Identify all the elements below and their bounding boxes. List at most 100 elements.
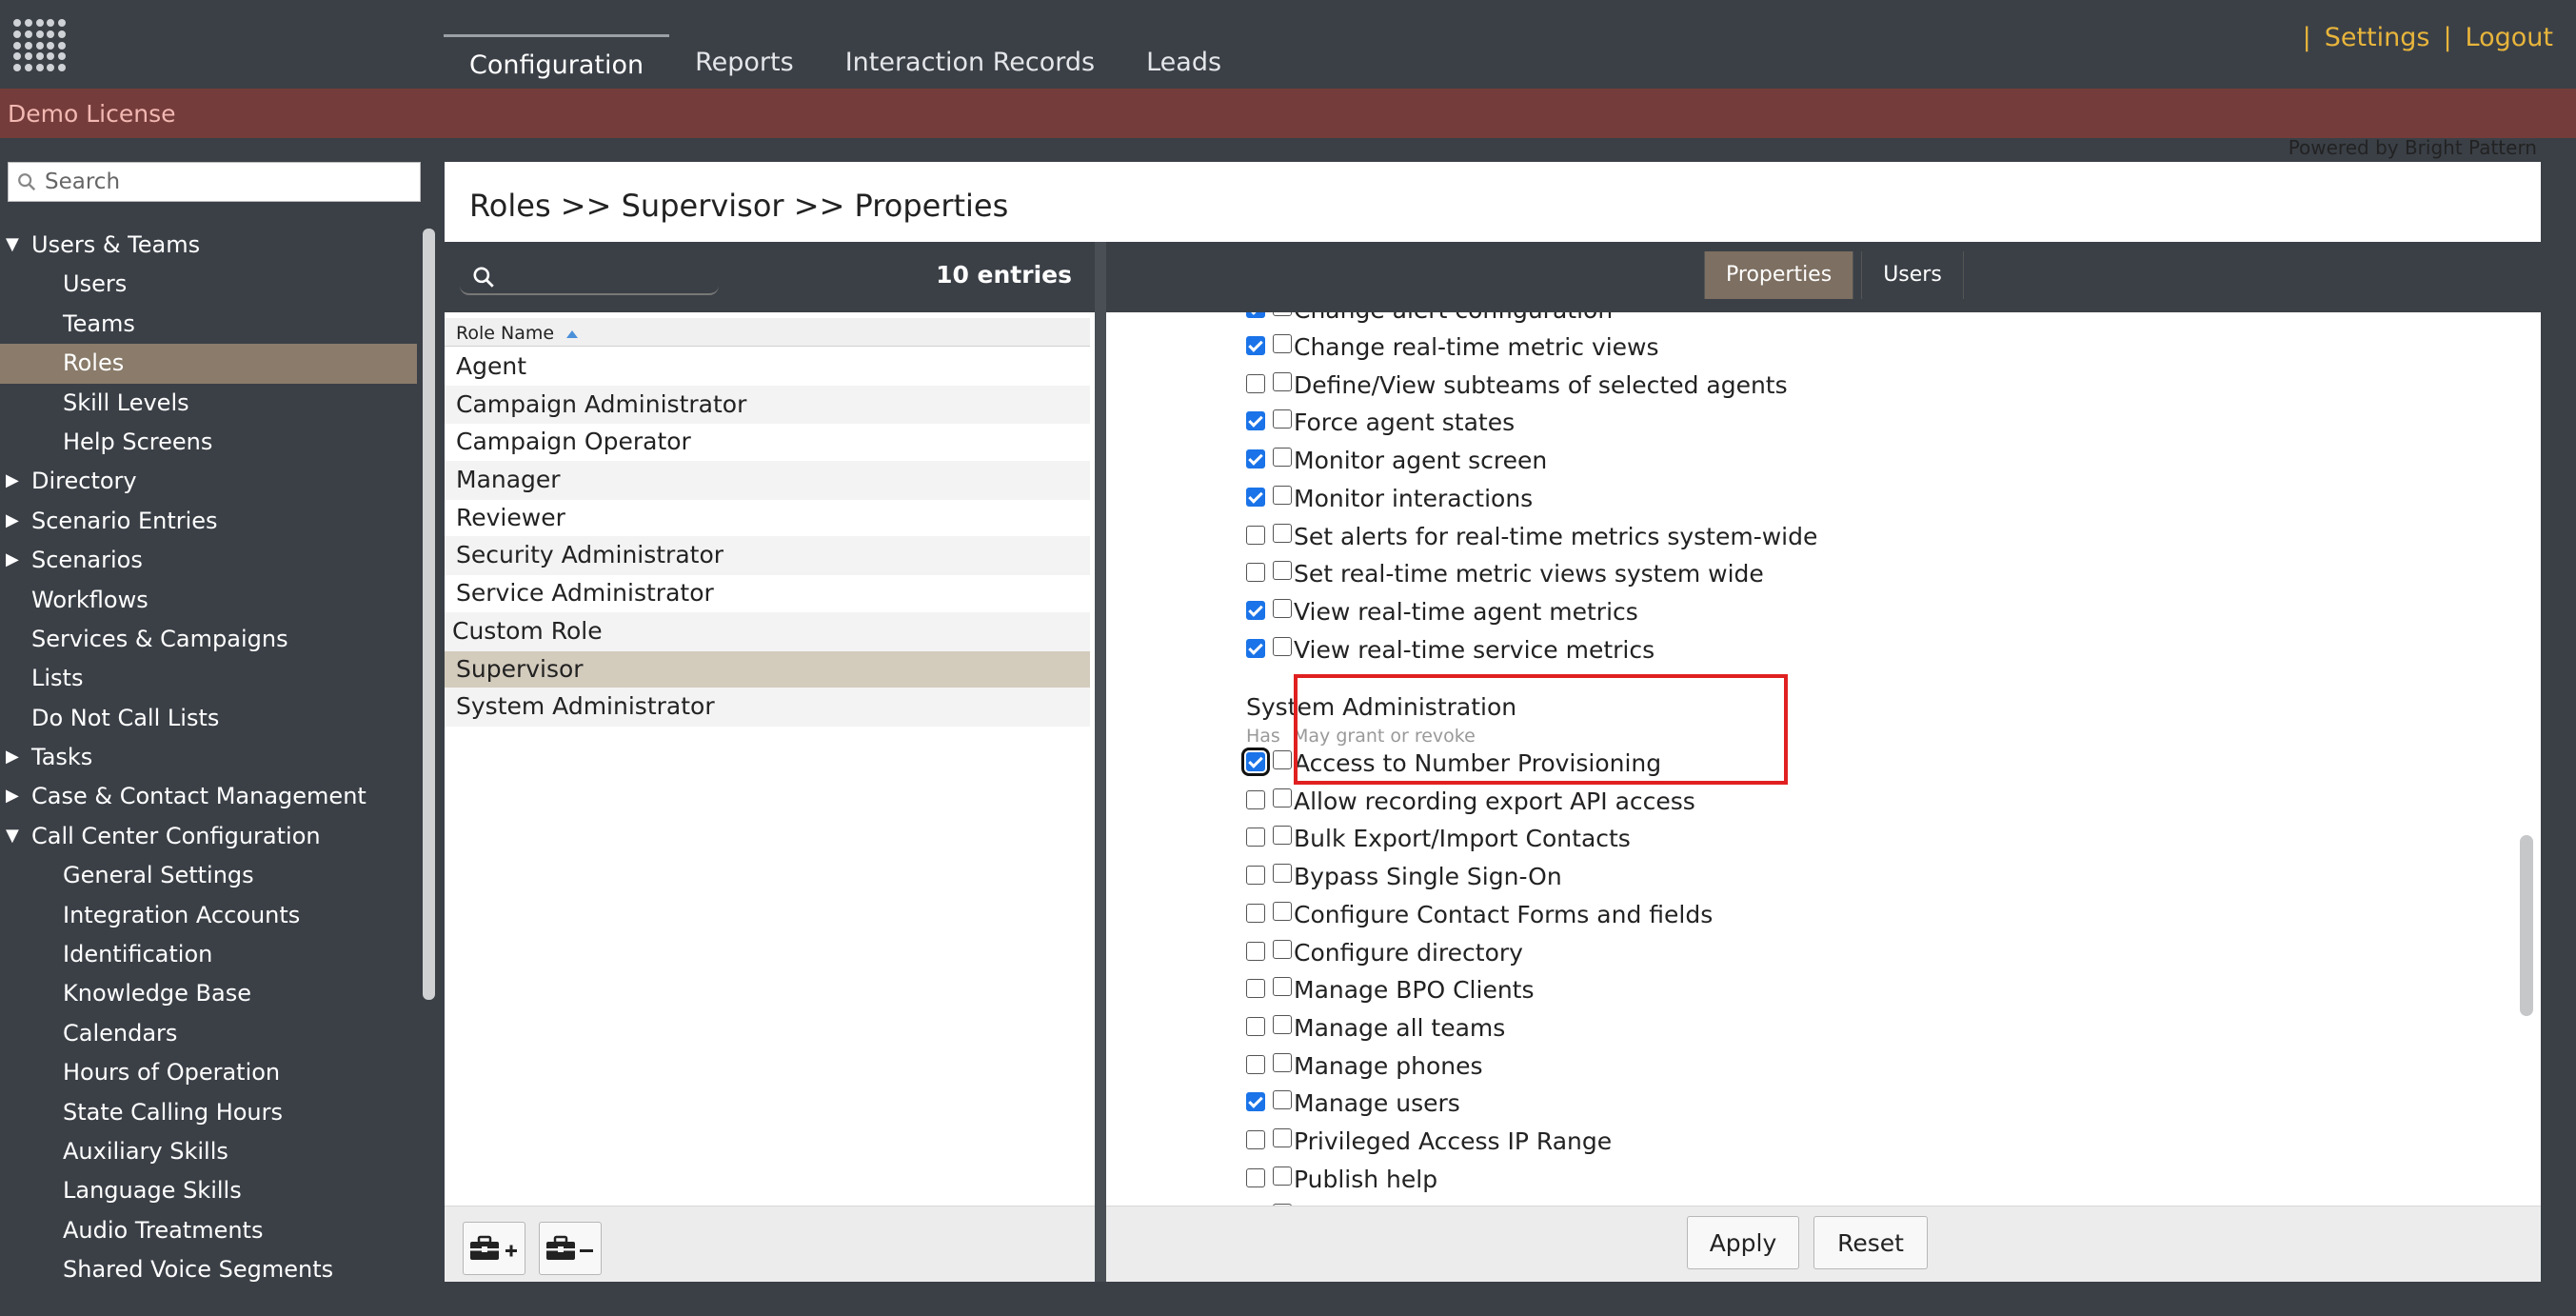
sidebar-item-workflows[interactable]: Workflows: [0, 581, 417, 620]
sidebar-item-state-calling-hours[interactable]: State Calling Hours: [0, 1093, 417, 1132]
table-row[interactable]: Reviewer: [445, 500, 1090, 538]
grant-permission-checkbox[interactable]: [1273, 485, 1292, 505]
table-row[interactable]: Manager: [445, 462, 1090, 500]
expand-down-icon[interactable]: ▼: [6, 226, 19, 264]
has-permission-checkbox[interactable]: [1246, 1054, 1265, 1074]
grant-permission-checkbox[interactable]: [1273, 1166, 1292, 1186]
has-permission-checkbox[interactable]: [1246, 866, 1265, 886]
grant-permission-checkbox[interactable]: [1273, 334, 1292, 353]
roles-search-input[interactable]: [460, 259, 719, 295]
has-permission-checkbox[interactable]: [1246, 525, 1265, 545]
grant-permission-checkbox[interactable]: [1273, 939, 1292, 959]
sidebar-item-general-settings[interactable]: General Settings: [0, 856, 417, 895]
table-row[interactable]: Custom Role: [445, 612, 1090, 651]
has-permission-checkbox[interactable]: [1246, 1167, 1265, 1187]
sidebar-item-services-campaigns[interactable]: Services & Campaigns: [0, 620, 417, 659]
tab-reports[interactable]: Reports: [669, 34, 820, 89]
remove-role-button[interactable]: [539, 1222, 602, 1275]
has-permission-checkbox[interactable]: [1246, 373, 1265, 393]
grant-permission-checkbox[interactable]: [1273, 1052, 1292, 1072]
column-header-role-name[interactable]: Role Name: [445, 318, 1090, 347]
grant-permission-checkbox[interactable]: [1273, 1014, 1292, 1034]
sidebar-item-do-not-call-lists[interactable]: Do Not Call Lists: [0, 699, 417, 738]
sidebar-item-identification[interactable]: Identification: [0, 935, 417, 974]
expand-down-icon[interactable]: ▼: [6, 817, 19, 855]
has-permission-checkbox[interactable]: [1246, 1016, 1265, 1036]
has-permission-checkbox[interactable]: [1246, 827, 1265, 847]
sidebar-item-skill-levels[interactable]: Skill Levels: [0, 384, 417, 423]
grant-permission-checkbox[interactable]: [1273, 448, 1292, 468]
table-row[interactable]: Service Administrator: [445, 575, 1090, 613]
tab-properties[interactable]: Properties: [1704, 251, 1854, 299]
permissions-scrollbar[interactable]: [2517, 312, 2536, 1206]
grant-permission-checkbox[interactable]: [1273, 312, 1292, 316]
has-permission-checkbox[interactable]: [1246, 487, 1265, 507]
grant-permission-checkbox[interactable]: [1273, 1128, 1292, 1147]
grant-permission-checkbox[interactable]: [1273, 523, 1292, 543]
grant-permission-checkbox[interactable]: [1273, 788, 1292, 808]
permissions-scrollbar-thumb[interactable]: [2520, 835, 2533, 1016]
sidebar-item-directory[interactable]: ▶ Directory: [0, 462, 417, 501]
sidebar-item-scenario-entries[interactable]: ▶ Scenario Entries: [0, 502, 417, 541]
sidebar-item-help-screens[interactable]: Help Screens: [0, 423, 417, 462]
expand-right-icon[interactable]: ▶: [6, 502, 19, 540]
table-row[interactable]: Agent: [445, 349, 1090, 387]
sidebar-item-shared-voice-segments[interactable]: Shared Voice Segments: [0, 1250, 417, 1289]
sidebar-item-language-skills[interactable]: Language Skills: [0, 1171, 417, 1210]
grant-permission-checkbox[interactable]: [1273, 977, 1292, 997]
sidebar-item-scenarios[interactable]: ▶ Scenarios: [0, 541, 417, 580]
grant-permission-checkbox[interactable]: [1273, 1090, 1292, 1110]
table-row[interactable]: Campaign Administrator: [445, 386, 1090, 425]
sidebar-item-hours-of-operation[interactable]: Hours of Operation: [0, 1053, 417, 1092]
sidebar-item-teams[interactable]: Teams: [0, 305, 417, 344]
has-permission-checkbox[interactable]: [1246, 600, 1265, 620]
has-permission-checkbox[interactable]: [1246, 1092, 1265, 1112]
tab-configuration[interactable]: Configuration: [444, 34, 670, 89]
apply-button[interactable]: Apply: [1687, 1216, 1799, 1269]
grant-permission-checkbox[interactable]: [1273, 901, 1292, 921]
app-grid-logo-icon[interactable]: [13, 19, 67, 72]
has-permission-checkbox[interactable]: [1246, 941, 1265, 961]
table-row[interactable]: Campaign Operator: [445, 424, 1090, 463]
grant-permission-checkbox[interactable]: [1273, 561, 1292, 581]
settings-link[interactable]: Settings: [2325, 23, 2430, 52]
expand-right-icon[interactable]: ▶: [6, 541, 19, 579]
sidebar-item-audio-treatments[interactable]: Audio Treatments: [0, 1211, 417, 1250]
has-permission-checkbox[interactable]: [1246, 979, 1265, 999]
has-permission-checkbox[interactable]: [1246, 449, 1265, 469]
reset-button[interactable]: Reset: [1813, 1216, 1928, 1269]
grant-permission-checkbox[interactable]: [1273, 598, 1292, 618]
sidebar-item-auxiliary-skills[interactable]: Auxiliary Skills: [0, 1132, 417, 1171]
has-permission-checkbox[interactable]: [1246, 638, 1265, 658]
logout-link[interactable]: Logout: [2466, 23, 2553, 52]
grant-permission-checkbox[interactable]: [1273, 371, 1292, 391]
has-permission-checkbox[interactable]: [1246, 563, 1265, 583]
expand-right-icon[interactable]: ▶: [6, 738, 19, 776]
add-role-button[interactable]: [463, 1222, 525, 1275]
tab-interaction-records[interactable]: Interaction Records: [820, 34, 1120, 89]
sidebar-scrollbar[interactable]: [423, 229, 435, 1000]
sidebar-item-call-center-configuration[interactable]: ▼ Call Center Configuration: [0, 817, 417, 856]
table-row[interactable]: Security Administrator: [445, 537, 1090, 576]
sidebar-item-integration-accounts[interactable]: Integration Accounts: [0, 896, 417, 935]
table-row[interactable]: System Administrator: [445, 688, 1090, 727]
panel-splitter[interactable]: [1095, 242, 1106, 1282]
has-permission-checkbox[interactable]: [1246, 312, 1265, 318]
grant-permission-checkbox[interactable]: [1273, 750, 1292, 769]
has-permission-checkbox[interactable]: [1246, 903, 1265, 923]
grant-permission-checkbox[interactable]: [1273, 409, 1292, 429]
has-permission-checkbox[interactable]: [1246, 411, 1265, 431]
sidebar-item-lists[interactable]: Lists: [0, 659, 417, 698]
grant-permission-checkbox[interactable]: [1273, 826, 1292, 846]
sidebar-item-calendars[interactable]: Calendars: [0, 1014, 417, 1053]
sidebar-item-case-contact-management[interactable]: ▶ Case & Contact Management: [0, 777, 417, 816]
has-permission-checkbox[interactable]: [1246, 789, 1265, 809]
tab-users[interactable]: Users: [1861, 251, 1964, 299]
expand-right-icon[interactable]: ▶: [6, 462, 19, 500]
grant-permission-checkbox[interactable]: [1273, 864, 1292, 884]
expand-right-icon[interactable]: ▶: [6, 777, 19, 815]
has-permission-checkbox[interactable]: [1246, 336, 1265, 355]
grant-permission-checkbox[interactable]: [1273, 636, 1292, 656]
has-permission-checkbox[interactable]: [1241, 748, 1270, 776]
sidebar-item-knowledge-base[interactable]: Knowledge Base: [0, 974, 417, 1013]
